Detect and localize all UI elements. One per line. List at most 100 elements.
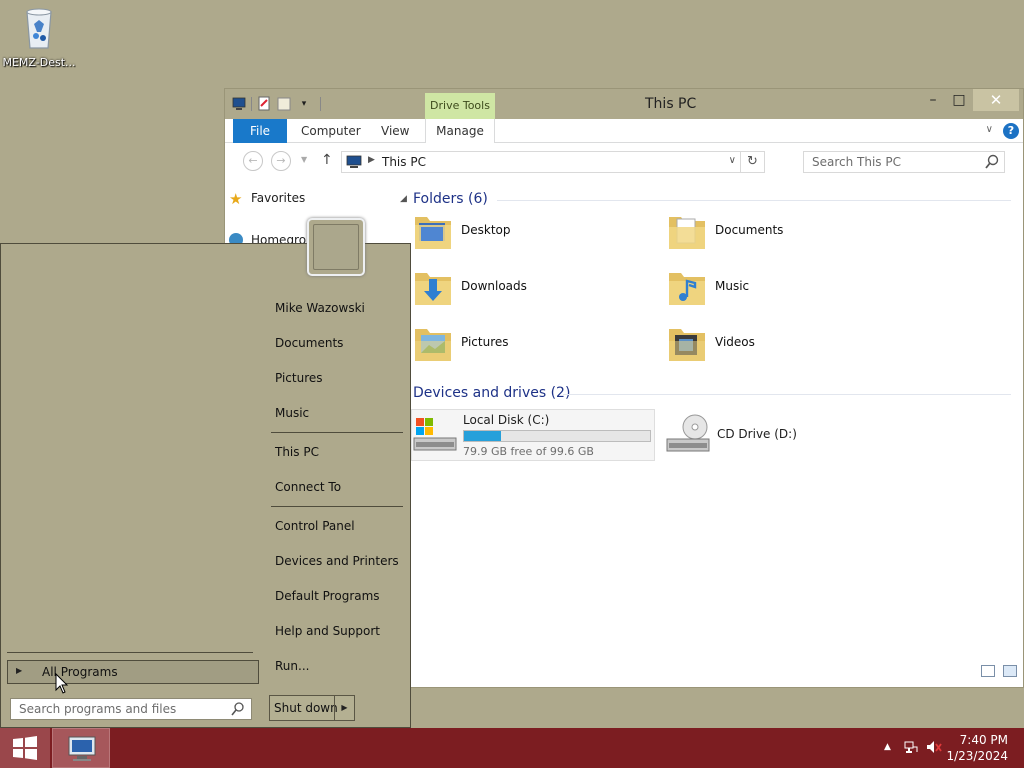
drive-usage-fill	[464, 431, 502, 441]
all-programs-button[interactable]: ▶ All Programs	[7, 660, 259, 684]
start-item-this-pc[interactable]: This PC	[275, 445, 319, 459]
breadcrumb-chevron-icon[interactable]: ▶	[368, 155, 375, 165]
properties-icon[interactable]	[256, 96, 272, 112]
hard-drive-icon	[412, 416, 458, 456]
shutdown-label: Shut down	[274, 701, 338, 715]
start-item-control-panel[interactable]: Control Panel	[275, 519, 355, 533]
devices-group-header[interactable]: ◢ Devices and drives (2)	[400, 383, 1011, 405]
music-folder-icon	[665, 265, 709, 309]
desktop-folder-icon	[411, 209, 455, 253]
folder-label: Desktop	[461, 223, 511, 237]
show-hidden-icons-icon[interactable]: ▲	[884, 742, 891, 752]
content-pane: ◢ Folders (6) Desktop Documents Download…	[400, 185, 1021, 665]
shutdown-button[interactable]: Shut down ▶	[269, 695, 355, 721]
taskbar: ▲ 7:40 PM 1/23/2024	[0, 728, 1024, 768]
drive-free-space: 79.9 GB free of 99.6 GB	[463, 445, 594, 458]
start-item-connect-to[interactable]: Connect To	[275, 480, 341, 494]
network-icon[interactable]	[904, 740, 918, 754]
start-menu: Mike Wazowski Documents Pictures Music T…	[0, 218, 411, 728]
collapse-icon[interactable]: ◢	[400, 194, 407, 204]
folder-item[interactable]: Documents	[665, 207, 905, 257]
windows-logo-icon	[12, 736, 38, 760]
folder-label: Music	[715, 279, 750, 293]
tab-view[interactable]: View	[381, 119, 409, 143]
search-icon	[231, 701, 245, 717]
this-pc-icon	[346, 155, 362, 169]
customize-toolbar-icon[interactable]: ▾	[296, 96, 312, 112]
computer-icon[interactable]	[231, 96, 247, 112]
separator	[271, 506, 403, 507]
start-item-pictures[interactable]: Pictures	[275, 371, 323, 385]
pictures-folder-icon	[411, 321, 455, 365]
address-bar[interactable]: ▶ This PC ∨ ↻	[341, 151, 765, 173]
all-programs-label: All Programs	[42, 665, 118, 679]
contextual-tab-drive-tools: Drive Tools	[425, 93, 495, 119]
devices-header: Devices and drives (2)	[413, 385, 571, 401]
help-icon[interactable]: ?	[1003, 123, 1019, 139]
refresh-button[interactable]: ↻	[740, 152, 764, 172]
start-item-default-programs[interactable]: Default Programs	[275, 589, 380, 603]
maximize-button[interactable]: □	[945, 89, 973, 111]
view-switcher	[981, 665, 1017, 677]
system-tray: ▲ 7:40 PM 1/23/2024	[864, 728, 1024, 768]
folder-item[interactable]: Videos	[665, 319, 905, 369]
taskbar-item-explorer[interactable]	[52, 728, 110, 768]
mouse-cursor-icon	[55, 672, 69, 695]
start-search-input[interactable]: Search programs and files	[10, 698, 252, 720]
divider	[497, 200, 1011, 201]
address-dropdown-icon[interactable]: ∨	[729, 155, 736, 166]
folder-label: Downloads	[461, 279, 527, 293]
minimize-button[interactable]: –	[919, 89, 947, 111]
user-avatar[interactable]	[307, 218, 365, 276]
system-clock[interactable]: 7:40 PM 1/23/2024	[946, 732, 1008, 764]
folder-label: Documents	[715, 223, 784, 237]
new-folder-icon[interactable]	[276, 96, 292, 112]
recent-locations-icon[interactable]: ▼	[301, 155, 307, 164]
drive-item-cd[interactable]: CD Drive (D:)	[665, 411, 865, 461]
start-item-music[interactable]: Music	[275, 406, 309, 420]
clock-time: 7:40 PM	[959, 733, 1008, 747]
start-item-devices-printers[interactable]: Devices and Printers	[275, 554, 399, 568]
details-view-icon[interactable]	[981, 665, 995, 677]
favorites-label: Favorites	[251, 191, 306, 205]
search-box[interactable]: Search This PC	[803, 151, 1005, 173]
start-item-user[interactable]: Mike Wazowski	[275, 301, 365, 315]
downloads-folder-icon	[411, 265, 455, 309]
start-item-documents[interactable]: Documents	[275, 336, 343, 350]
expand-ribbon-icon[interactable]: ∨	[986, 124, 993, 135]
start-search-placeholder: Search programs and files	[19, 702, 177, 716]
tab-manage[interactable]: Manage	[425, 119, 495, 143]
divider	[563, 394, 1011, 395]
start-button[interactable]	[0, 728, 50, 768]
back-button[interactable]: ←	[243, 151, 263, 171]
folder-item[interactable]: Music	[665, 263, 905, 313]
quick-access-toolbar: ▾	[231, 96, 321, 112]
arrow-right-icon: ▶	[16, 666, 23, 675]
volume-muted-icon[interactable]	[926, 740, 942, 754]
drive-usage-bar	[463, 430, 651, 442]
forward-button[interactable]: →	[271, 151, 291, 171]
tab-file[interactable]: File	[233, 119, 287, 143]
nav-item-favorites[interactable]: ★ Favorites	[229, 190, 306, 208]
title-bar[interactable]: ▾ Drive Tools This PC – □ ✕	[225, 89, 1023, 119]
folder-item[interactable]: Desktop	[411, 207, 651, 257]
close-button[interactable]: ✕	[973, 89, 1019, 111]
documents-folder-icon	[665, 209, 709, 253]
address-path: This PC	[382, 155, 426, 169]
computer-icon	[67, 735, 97, 763]
desktop-icon-recycle-bin[interactable]: MEMZ-Dest...	[2, 6, 76, 69]
recycle-bin-icon	[21, 6, 57, 50]
search-placeholder: Search This PC	[812, 155, 901, 169]
start-item-run[interactable]: Run...	[275, 659, 309, 673]
drive-item-local-disk[interactable]: Local Disk (C:) 79.9 GB free of 99.6 GB	[411, 409, 655, 461]
folder-item[interactable]: Downloads	[411, 263, 651, 313]
folder-item[interactable]: Pictures	[411, 319, 651, 369]
search-icon[interactable]	[984, 153, 1000, 171]
start-item-help-support[interactable]: Help and Support	[275, 624, 380, 638]
up-button[interactable]: ↑	[321, 152, 333, 168]
shutdown-options-button[interactable]: ▶	[334, 696, 354, 720]
tab-computer[interactable]: Computer	[301, 119, 361, 143]
window-title: This PC	[645, 96, 697, 112]
drive-label: CD Drive (D:)	[717, 427, 797, 441]
large-icons-view-icon[interactable]	[1003, 665, 1017, 677]
